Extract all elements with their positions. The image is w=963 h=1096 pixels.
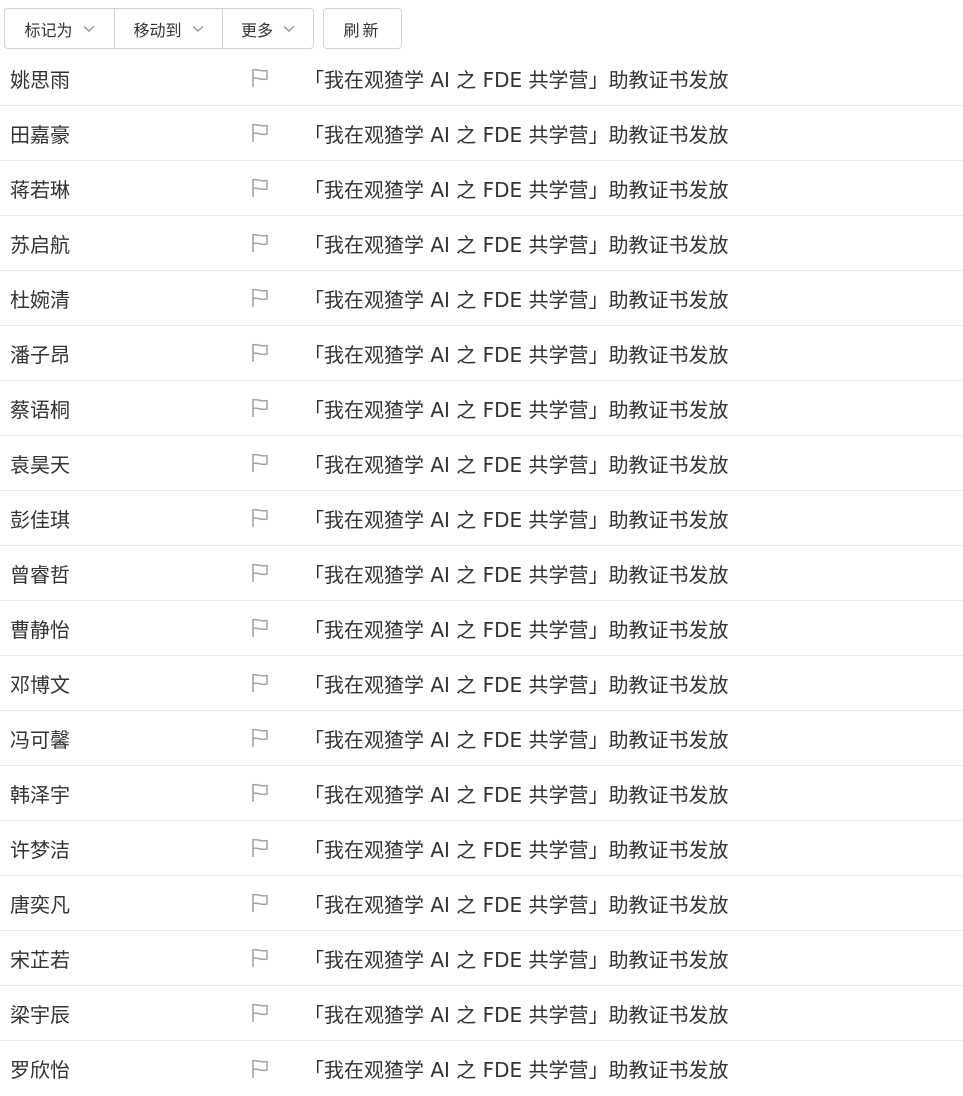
mark-as-dropdown[interactable]: 标记为 xyxy=(5,9,114,48)
sender-name: 罗欣怡 xyxy=(10,1058,70,1082)
sender-name: 曾睿哲 xyxy=(10,562,70,587)
sender-name: 田嘉豪 xyxy=(10,122,70,147)
flag-icon[interactable] xyxy=(251,68,304,88)
flag-icon[interactable] xyxy=(251,728,304,748)
action-button-group: 标记为 移动到 更多 xyxy=(4,8,314,49)
flag-icon[interactable] xyxy=(251,343,304,363)
flag-icon[interactable] xyxy=(251,673,304,693)
mail-subject: 「我在观猹学 AI 之 FDE 共学营」助教证书发放 xyxy=(304,727,729,752)
sender-name: 宋芷若 xyxy=(10,947,70,972)
flag-icon[interactable] xyxy=(251,618,304,638)
mail-row[interactable]: 宋芷若 「我在观猹学 AI 之 FDE 共学营」助教证书发放 xyxy=(0,931,963,986)
move-to-label: 移动到 xyxy=(133,20,182,40)
toolbar: 标记为 移动到 更多 刷新 xyxy=(4,8,402,49)
flag-icon[interactable] xyxy=(251,783,304,803)
mail-row[interactable]: 彭佳琪 「我在观猹学 AI 之 FDE 共学营」助教证书发放 xyxy=(0,491,963,546)
mail-subject: 「我在观猹学 AI 之 FDE 共学营」助教证书发放 xyxy=(304,1058,729,1082)
mail-subject: 「我在观猹学 AI 之 FDE 共学营」助教证书发放 xyxy=(304,177,729,202)
sender-name: 曹静怡 xyxy=(10,617,70,642)
mark-as-label: 标记为 xyxy=(24,20,73,40)
mail-row[interactable]: 曹静怡 「我在观猹学 AI 之 FDE 共学营」助教证书发放 xyxy=(0,601,963,656)
mail-row[interactable]: 姚思雨 「我在观猹学 AI 之 FDE 共学营」助教证书发放 xyxy=(0,51,963,106)
flag-icon[interactable] xyxy=(251,1059,304,1079)
flag-icon[interactable] xyxy=(251,893,304,913)
mail-subject: 「我在观猹学 AI 之 FDE 共学营」助教证书发放 xyxy=(304,1002,729,1027)
mail-row[interactable]: 苏启航 「我在观猹学 AI 之 FDE 共学营」助教证书发放 xyxy=(0,216,963,271)
sender-name: 冯可馨 xyxy=(10,727,70,752)
sender-name: 唐奕凡 xyxy=(10,892,70,917)
mail-row[interactable]: 杜婉清 「我在观猹学 AI 之 FDE 共学营」助教证书发放 xyxy=(0,271,963,326)
mail-subject: 「我在观猹学 AI 之 FDE 共学营」助教证书发放 xyxy=(304,287,729,312)
refresh-button[interactable]: 刷新 xyxy=(323,8,402,49)
chevron-down-icon xyxy=(283,25,295,33)
refresh-label: 刷新 xyxy=(343,20,382,40)
mail-subject: 「我在观猹学 AI 之 FDE 共学营」助教证书发放 xyxy=(304,892,729,917)
mail-subject: 「我在观猹学 AI 之 FDE 共学营」助教证书发放 xyxy=(304,562,729,587)
sender-name: 韩泽宇 xyxy=(10,782,70,807)
flag-icon[interactable] xyxy=(251,398,304,418)
mail-row[interactable]: 蔡语桐 「我在观猹学 AI 之 FDE 共学营」助教证书发放 xyxy=(0,381,963,436)
mail-row[interactable]: 曾睿哲 「我在观猹学 AI 之 FDE 共学营」助教证书发放 xyxy=(0,546,963,601)
move-to-dropdown[interactable]: 移动到 xyxy=(114,9,222,48)
mail-subject: 「我在观猹学 AI 之 FDE 共学营」助教证书发放 xyxy=(304,122,729,147)
sender-name: 蒋若琳 xyxy=(10,177,70,202)
sender-name: 彭佳琪 xyxy=(10,507,70,532)
chevron-down-icon xyxy=(192,25,204,33)
mail-row[interactable]: 田嘉豪 「我在观猹学 AI 之 FDE 共学营」助教证书发放 xyxy=(0,106,963,161)
flag-icon[interactable] xyxy=(251,508,304,528)
mail-list: 姚思雨 「我在观猹学 AI 之 FDE 共学营」助教证书发放 田嘉豪 「我在观猹学 A… xyxy=(0,51,963,1096)
flag-icon[interactable] xyxy=(251,288,304,308)
mail-subject: 「我在观猹学 AI 之 FDE 共学营」助教证书发放 xyxy=(304,67,729,92)
mail-row[interactable]: 梁宇辰 「我在观猹学 AI 之 FDE 共学营」助教证书发放 xyxy=(0,986,963,1041)
sender-name: 梁宇辰 xyxy=(10,1002,70,1027)
chevron-down-icon xyxy=(83,25,95,33)
mail-subject: 「我在观猹学 AI 之 FDE 共学营」助教证书发放 xyxy=(304,947,729,972)
sender-name: 潘子昂 xyxy=(10,342,70,367)
mail-subject: 「我在观猹学 AI 之 FDE 共学营」助教证书发放 xyxy=(304,672,729,697)
mail-subject: 「我在观猹学 AI 之 FDE 共学营」助教证书发放 xyxy=(304,232,729,257)
sender-name: 杜婉清 xyxy=(10,287,70,312)
more-dropdown[interactable]: 更多 xyxy=(222,9,313,48)
mail-subject: 「我在观猹学 AI 之 FDE 共学营」助教证书发放 xyxy=(304,837,729,862)
sender-name: 蔡语桐 xyxy=(10,397,70,422)
mail-subject: 「我在观猹学 AI 之 FDE 共学营」助教证书发放 xyxy=(304,452,729,477)
sender-name: 邓博文 xyxy=(10,672,70,697)
flag-icon[interactable] xyxy=(251,178,304,198)
sender-name: 姚思雨 xyxy=(10,67,70,92)
mail-row[interactable]: 蒋若琳 「我在观猹学 AI 之 FDE 共学营」助教证书发放 xyxy=(0,161,963,216)
mail-row[interactable]: 邓博文 「我在观猹学 AI 之 FDE 共学营」助教证书发放 xyxy=(0,656,963,711)
sender-name: 苏启航 xyxy=(10,232,70,257)
mail-subject: 「我在观猹学 AI 之 FDE 共学营」助教证书发放 xyxy=(304,782,729,807)
flag-icon[interactable] xyxy=(251,1003,304,1023)
more-label: 更多 xyxy=(240,20,273,40)
mail-row[interactable]: 袁昊天 「我在观猹学 AI 之 FDE 共学营」助教证书发放 xyxy=(0,436,963,491)
mail-row[interactable]: 唐奕凡 「我在观猹学 AI 之 FDE 共学营」助教证书发放 xyxy=(0,876,963,931)
flag-icon[interactable] xyxy=(251,453,304,473)
flag-icon[interactable] xyxy=(251,563,304,583)
mail-row[interactable]: 罗欣怡 「我在观猹学 AI 之 FDE 共学营」助教证书发放 xyxy=(0,1041,963,1096)
flag-icon[interactable] xyxy=(251,233,304,253)
mail-subject: 「我在观猹学 AI 之 FDE 共学营」助教证书发放 xyxy=(304,397,729,422)
mail-subject: 「我在观猹学 AI 之 FDE 共学营」助教证书发放 xyxy=(304,507,729,532)
mail-row[interactable]: 许梦洁 「我在观猹学 AI 之 FDE 共学营」助教证书发放 xyxy=(0,821,963,876)
flag-icon[interactable] xyxy=(251,838,304,858)
sender-name: 袁昊天 xyxy=(10,452,70,477)
sender-name: 许梦洁 xyxy=(10,837,70,862)
mail-row[interactable]: 冯可馨 「我在观猹学 AI 之 FDE 共学营」助教证书发放 xyxy=(0,711,963,766)
mail-row[interactable]: 韩泽宇 「我在观猹学 AI 之 FDE 共学营」助教证书发放 xyxy=(0,766,963,821)
flag-icon[interactable] xyxy=(251,948,304,968)
mail-subject: 「我在观猹学 AI 之 FDE 共学营」助教证书发放 xyxy=(304,342,729,367)
mail-row[interactable]: 潘子昂 「我在观猹学 AI 之 FDE 共学营」助教证书发放 xyxy=(0,326,963,381)
flag-icon[interactable] xyxy=(251,123,304,143)
mail-subject: 「我在观猹学 AI 之 FDE 共学营」助教证书发放 xyxy=(304,617,729,642)
